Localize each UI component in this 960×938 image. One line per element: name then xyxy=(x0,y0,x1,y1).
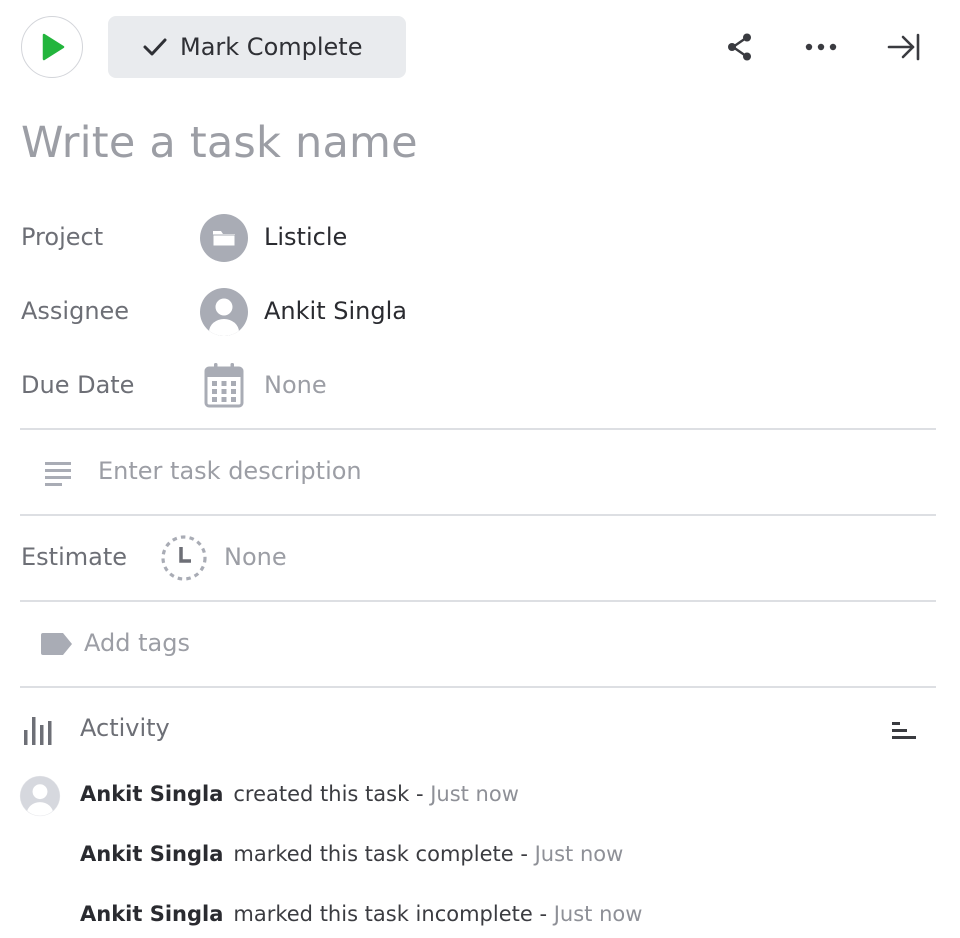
calendar-icon xyxy=(204,363,244,408)
checkmark-icon xyxy=(143,38,167,56)
activity-filter-button[interactable] xyxy=(882,708,926,752)
estimate-label: Estimate xyxy=(21,543,128,571)
estimate-value[interactable]: None xyxy=(224,543,287,571)
text-lines-icon xyxy=(45,462,71,486)
clock-icon xyxy=(161,535,207,581)
description-icon-wrap xyxy=(34,449,82,497)
task-detail-panel: Mark Complete Write a task name Project xyxy=(0,0,960,938)
assignee-value[interactable]: Ankit Singla xyxy=(264,297,407,325)
activity-heading: Activity xyxy=(80,714,170,742)
collapse-right-icon xyxy=(887,33,920,61)
close-panel-button[interactable] xyxy=(887,30,921,64)
divider xyxy=(20,600,936,602)
bar-chart-icon xyxy=(24,717,52,745)
divider xyxy=(20,686,936,688)
task-description-input[interactable]: Enter task description xyxy=(98,457,362,485)
add-tags-input[interactable]: Add tags xyxy=(84,629,190,657)
divider xyxy=(20,428,936,430)
project-icon-wrap[interactable] xyxy=(200,214,248,262)
mark-complete-label: Mark Complete xyxy=(180,33,363,61)
divider xyxy=(20,514,936,516)
assignee-label: Assignee xyxy=(21,297,130,325)
activity-user[interactable]: Ankit Singla xyxy=(80,782,223,806)
assignee-avatar[interactable] xyxy=(200,288,248,336)
more-options-button[interactable] xyxy=(804,30,838,64)
task-name-input[interactable]: Write a task name xyxy=(21,118,418,168)
activity-action: marked this task complete xyxy=(233,842,514,866)
share-icon xyxy=(728,33,751,61)
avatar-icon xyxy=(200,288,248,336)
activity-time: Just now xyxy=(553,902,643,926)
due-date-label: Due Date xyxy=(21,371,135,399)
activity-action: created this task xyxy=(233,782,410,806)
project-label: Project xyxy=(21,223,104,251)
activity-separator: - xyxy=(409,782,431,806)
activity-action: marked this task incomplete xyxy=(233,902,533,926)
activity-user[interactable]: Ankit Singla xyxy=(80,902,223,926)
more-horizontal-icon xyxy=(805,43,837,51)
mark-complete-button[interactable]: Mark Complete xyxy=(108,16,406,78)
play-icon xyxy=(42,33,65,61)
project-value[interactable]: Listicle xyxy=(264,223,347,251)
activity-separator: - xyxy=(513,842,535,866)
share-button[interactable] xyxy=(723,30,757,64)
activity-time: Just now xyxy=(430,782,519,806)
activity-entry: Ankit Singla created this task - Just now xyxy=(80,782,519,806)
tag-icon-wrap xyxy=(32,620,80,668)
start-timer-button[interactable] xyxy=(21,16,83,78)
activity-user[interactable]: Ankit Singla xyxy=(80,842,223,866)
tag-icon xyxy=(41,633,72,655)
due-date-value[interactable]: None xyxy=(264,371,327,399)
due-date-picker[interactable] xyxy=(200,361,248,409)
sort-icon xyxy=(892,722,916,739)
avatar-icon xyxy=(19,775,61,817)
activity-separator: - xyxy=(532,902,554,926)
activity-time: Just now xyxy=(534,842,624,866)
activity-entry: Ankit Singla marked this task incomplete … xyxy=(80,902,642,926)
activity-avatar xyxy=(19,775,61,817)
folder-icon xyxy=(200,214,248,262)
activity-icon-wrap xyxy=(15,706,63,754)
estimate-picker[interactable] xyxy=(160,534,208,582)
activity-entry: Ankit Singla marked this task complete - … xyxy=(80,842,623,866)
